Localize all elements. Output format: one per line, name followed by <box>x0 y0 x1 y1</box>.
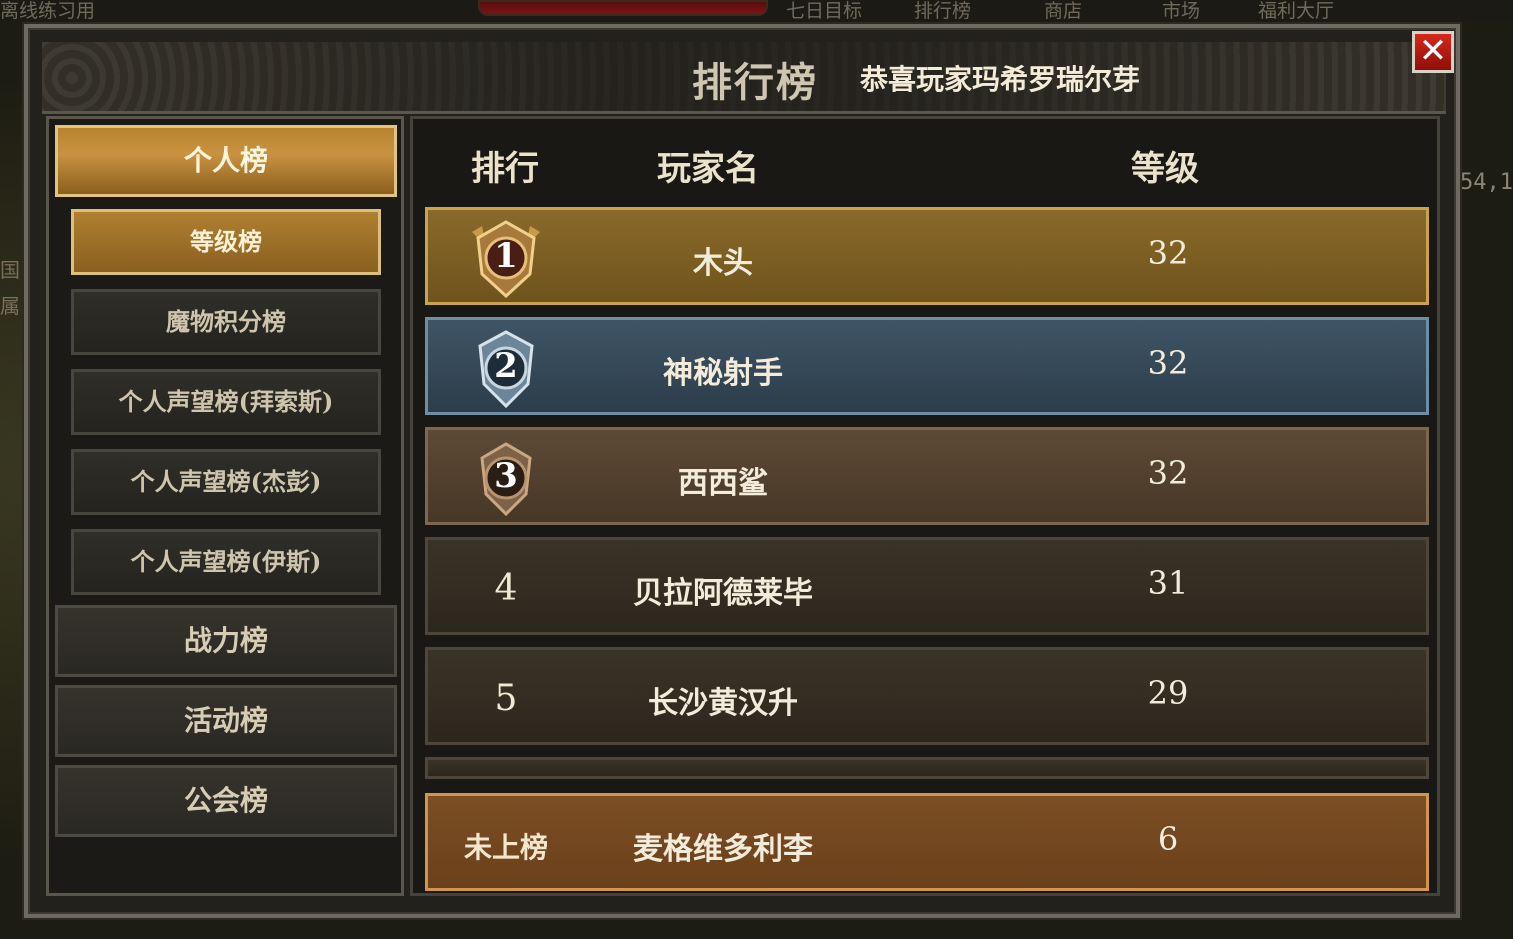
silver-rank-badge-icon: 2 <box>464 326 548 410</box>
top-menu-ranking[interactable]: 排行榜 <box>914 0 971 23</box>
column-header-level: 等级 <box>1131 149 1199 189</box>
unranked-label: 未上榜 <box>463 831 548 864</box>
practice-label: 离线练习用 <box>0 0 96 22</box>
game-top-menu-bar: 离线练习用 七日目标 排行榜 商店 市场 福利大厅 <box>0 0 1513 22</box>
window-title: 排行榜 <box>692 59 818 106</box>
side-text: 国 <box>0 258 20 282</box>
player-name: 贝拉阿德莱毕 <box>633 576 813 611</box>
category-guild[interactable]: 公会榜 <box>55 765 397 837</box>
player-name: 木头 <box>693 246 753 281</box>
rank-number: 4 <box>494 568 518 609</box>
announcement-marquee: 恭喜玩家玛希罗瑞尔芽 <box>860 63 1141 96</box>
ranking-row[interactable]: 1 木头 32 <box>425 207 1429 305</box>
rank-number: 3 <box>494 456 518 496</box>
player-level: 31 <box>1147 564 1189 602</box>
category-personal[interactable]: 个人榜 <box>55 125 397 197</box>
my-player-level: 6 <box>1157 820 1179 858</box>
rank-number: 5 <box>494 678 518 719</box>
column-header-player: 玩家名 <box>657 149 759 189</box>
close-button[interactable]: ✕ <box>1412 31 1454 73</box>
player-name: 西西鲨 <box>678 466 768 501</box>
my-player-name: 麦格维多利李 <box>633 832 813 867</box>
ranking-list-panel: 排行 玩家名 等级 1 木头 32 2 神秘射手 32 3 西西鲨 32 4 贝… <box>410 116 1440 896</box>
player-level: 32 <box>1147 344 1189 382</box>
ranking-row[interactable]: 3 西西鲨 32 <box>425 427 1429 525</box>
subcategory-reputation-jiepeng[interactable]: 个人声望榜(杰彭) <box>71 449 381 515</box>
player-name: 长沙黄汉升 <box>648 686 798 721</box>
ranking-row-partial[interactable] <box>425 757 1429 779</box>
player-level: 32 <box>1147 234 1189 272</box>
ranking-row[interactable]: 5 长沙黄汉升 29 <box>425 647 1429 745</box>
subcategory-reputation-yisi[interactable]: 个人声望榜(伊斯) <box>71 529 381 595</box>
subcategory-level[interactable]: 等级榜 <box>71 209 381 275</box>
top-menu-seven-day[interactable]: 七日目标 <box>786 0 862 23</box>
close-icon: ✕ <box>1418 31 1448 71</box>
my-ranking-row: 未上榜 麦格维多利李 6 <box>425 793 1429 891</box>
category-power[interactable]: 战力榜 <box>55 605 397 677</box>
ranking-row[interactable]: 2 神秘射手 32 <box>425 317 1429 415</box>
top-menu-market[interactable]: 市场 <box>1162 0 1200 23</box>
bronze-rank-badge-icon: 3 <box>464 436 548 520</box>
subcategory-reputation-baisuosi[interactable]: 个人声望榜(拜索斯) <box>71 369 381 435</box>
title-bar: 排行榜 恭喜玩家玛希罗瑞尔芽 <box>42 42 1446 114</box>
rank-number: 1 <box>494 236 518 276</box>
player-name: 神秘射手 <box>663 356 783 391</box>
category-activity[interactable]: 活动榜 <box>55 685 397 757</box>
side-text: 属 <box>0 294 20 318</box>
gold-rank-badge-icon: 1 <box>464 216 548 300</box>
coordinate-text: 54,1 <box>1460 170 1513 195</box>
column-header-rank: 排行 <box>471 149 539 189</box>
top-menu-shop[interactable]: 商店 <box>1044 0 1082 23</box>
ranking-row[interactable]: 4 贝拉阿德莱毕 31 <box>425 537 1429 635</box>
top-menu-welfare[interactable]: 福利大厅 <box>1258 0 1334 23</box>
player-level: 29 <box>1147 674 1189 712</box>
rank-number: 2 <box>494 346 518 386</box>
player-level: 32 <box>1147 454 1189 492</box>
health-bar <box>478 0 768 16</box>
category-panel: 个人榜 等级榜 魔物积分榜 个人声望榜(拜索斯) 个人声望榜(杰彭) 个人声望榜… <box>46 116 404 896</box>
subcategory-monster-points[interactable]: 魔物积分榜 <box>71 289 381 355</box>
